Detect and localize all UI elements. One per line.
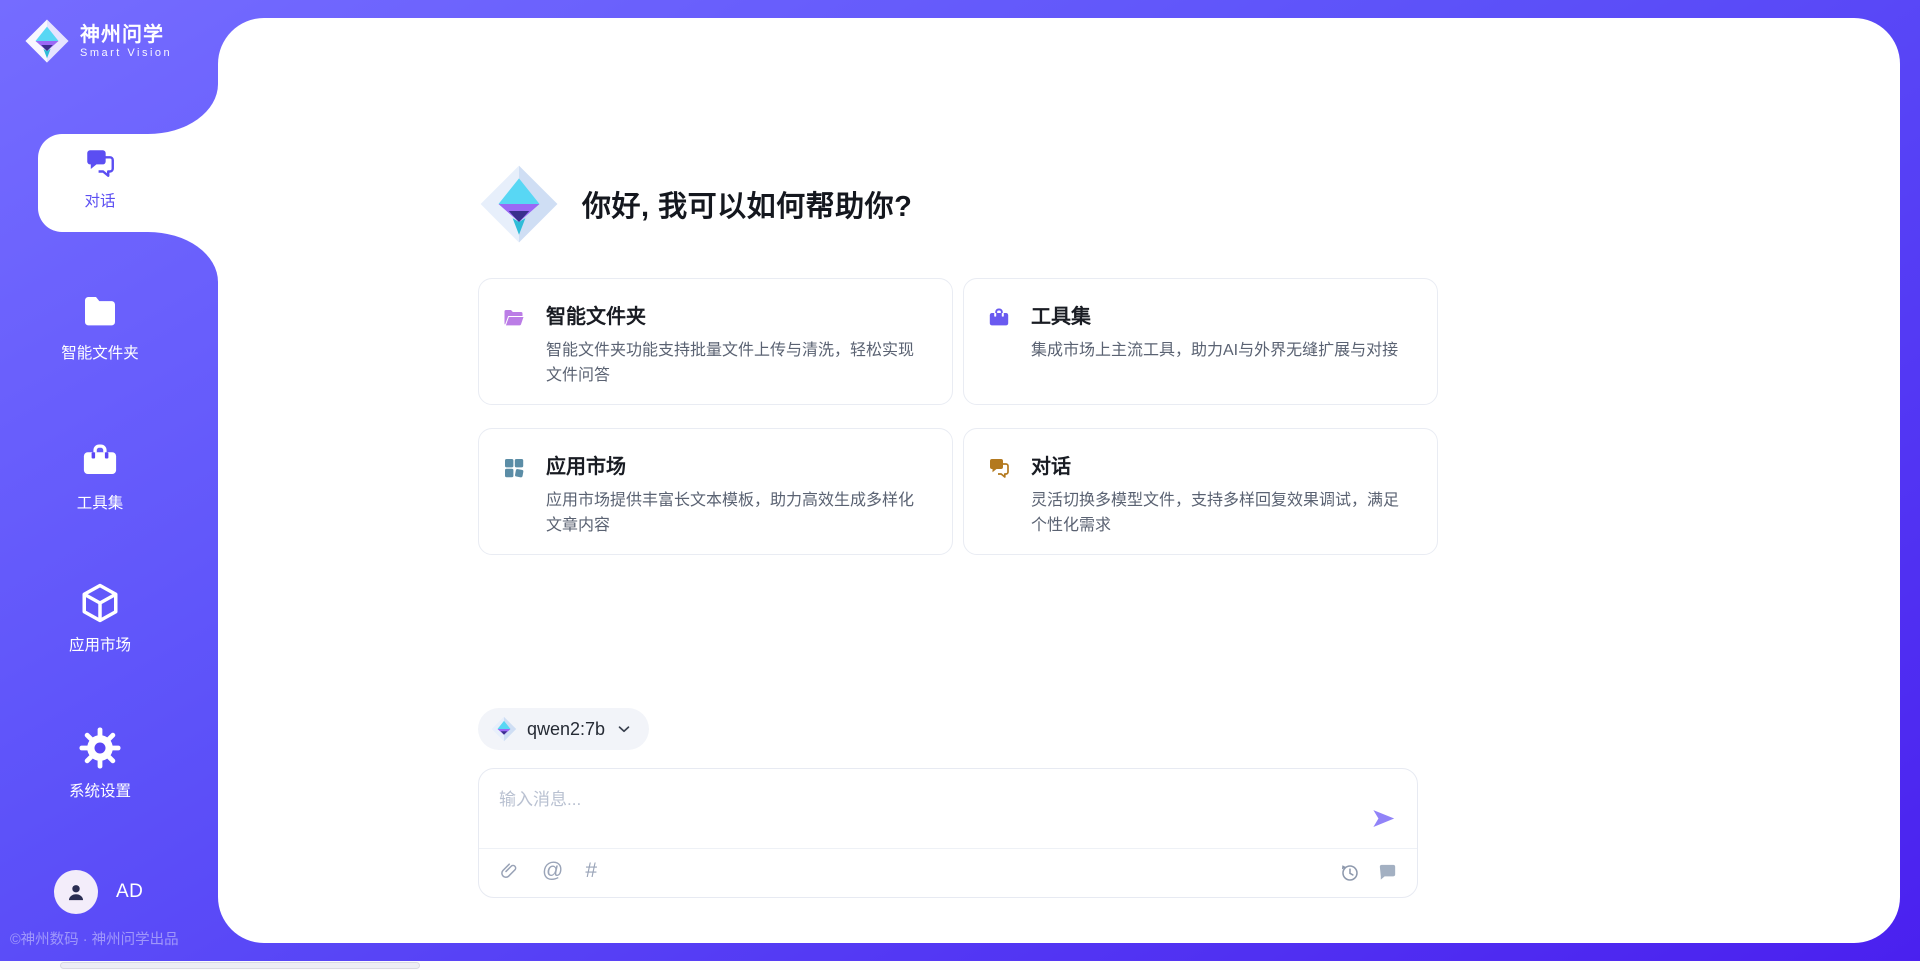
message-composer: @ # [478,768,1418,898]
sidebar-item-label: 工具集 [77,491,124,513]
folder-open-icon [502,306,526,330]
person-icon [63,879,89,905]
card-title: 应用市场 [546,455,928,479]
gear-icon [78,726,122,770]
card-description: 灵活切换多模型文件，支持多样回复效果调试，满足个性化需求 [1031,488,1413,538]
hash-icon[interactable]: # [585,860,597,882]
briefcase-icon [987,306,1011,330]
sidebar-item-chat[interactable]: 对话 [0,146,200,211]
chat-bubbles-icon [83,146,117,180]
card-chat[interactable]: 对话 灵活切换多模型文件，支持多样回复效果调试，满足个性化需求 [963,428,1438,555]
cube-icon [79,582,121,624]
brand-subtitle: Smart Vision [80,47,172,59]
chat-bubbles-icon [987,456,1011,480]
card-toolset[interactable]: 工具集 集成市场上主流工具，助力AI与外界无缝扩展与对接 [963,278,1438,405]
main-column: 你好, 我可以如何帮助你? 智能文件夹 智能文件夹功能支持批量文件上传与清洗，轻… [478,18,1438,943]
greeting-diamond-gem-icon [478,163,560,245]
card-description: 智能文件夹功能支持批量文件上传与清洗，轻松实现文件问答 [546,338,928,388]
tab-fillet-bottom [148,232,218,282]
feature-cards-grid: 智能文件夹 智能文件夹功能支持批量文件上传与清洗，轻松实现文件问答 工具集 集成… [478,278,1438,555]
paperclip-icon[interactable] [499,859,520,883]
chat-bubble-icon[interactable] [1376,861,1399,884]
composer-right-tools [1338,861,1399,884]
at-icon[interactable]: @ [542,860,563,882]
model-selector[interactable]: qwen2:7b [478,708,649,750]
card-title: 智能文件夹 [546,305,928,329]
brand-logo-diamond-gem-icon [24,18,70,64]
card-description: 应用市场提供丰富长文本模板，助力高效生成多样化文章内容 [546,488,928,538]
copyright-footer: ©神州数码 · 神州问学出品 [10,928,220,949]
greeting-block: 你好, 我可以如何帮助你? [478,163,912,245]
user-name: AD [116,881,143,903]
chevron-down-icon [615,720,633,738]
avatar[interactable] [54,870,98,914]
card-title: 工具集 [1031,305,1413,329]
sidebar-item-settings[interactable]: 系统设置 [0,726,200,801]
briefcase-icon [79,440,121,482]
sidebar-item-label: 系统设置 [69,779,131,801]
sidebar-item-smart-folder[interactable]: 智能文件夹 [0,292,200,363]
card-smart-folder[interactable]: 智能文件夹 智能文件夹功能支持批量文件上传与清洗，轻松实现文件问答 [478,278,953,405]
card-description: 集成市场上主流工具，助力AI与外界无缝扩展与对接 [1031,338,1413,363]
model-name: qwen2:7b [527,719,605,740]
brand-text: 神州问学 Smart Vision [80,23,172,59]
scrollbar-thumb[interactable] [60,962,420,969]
send-plane-icon[interactable] [1370,805,1397,832]
user-account[interactable]: AD [54,870,143,914]
greeting-title: 你好, 我可以如何帮助你? [582,183,912,225]
brand: 神州问学 Smart Vision [24,18,172,64]
card-app-market[interactable]: 应用市场 应用市场提供丰富长文本模板，助力高效生成多样化文章内容 [478,428,953,555]
brand-name: 神州问学 [80,23,172,47]
horizontal-scrollbar[interactable] [0,961,1920,970]
sidebar-item-label: 智能文件夹 [61,341,139,363]
tab-fillet-top [148,84,218,134]
sidebar-item-label: 应用市场 [69,633,131,655]
history-icon[interactable] [1338,861,1361,884]
card-title: 对话 [1031,455,1413,479]
composer-left-tools: @ # [499,859,597,883]
folder-icon [79,292,121,332]
model-diamond-gem-icon [491,716,517,742]
composer-divider [479,848,1417,849]
grid-cube-icon [502,456,526,480]
sidebar-item-toolset[interactable]: 工具集 [0,440,200,513]
sidebar-item-app-market[interactable]: 应用市场 [0,582,200,655]
message-input[interactable] [499,783,1319,817]
sidebar-item-label: 对话 [84,189,115,211]
